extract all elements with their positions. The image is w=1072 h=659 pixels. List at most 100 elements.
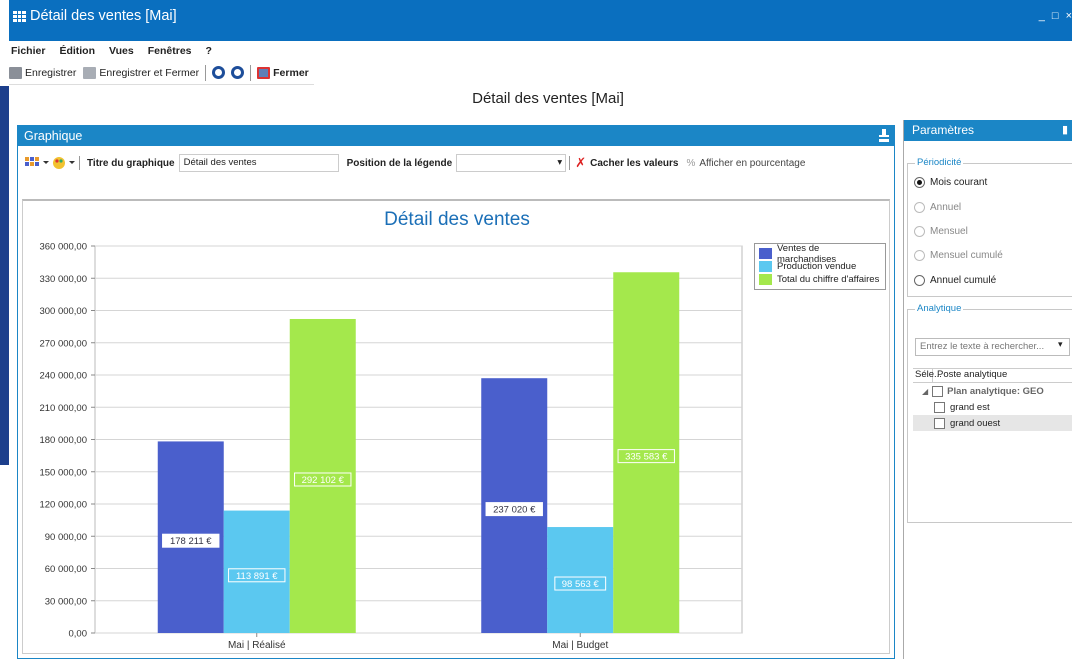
toolbar-separator [250, 64, 252, 81]
y-tick-label: 210 000,00 [39, 403, 87, 414]
window-controls: _ □ × [1039, 10, 1072, 22]
percent-icon: % [686, 157, 696, 169]
legend-label: Total du chiffre d'affaires [777, 274, 880, 285]
save-icon [9, 66, 22, 79]
y-tick-label: 240 000,00 [39, 371, 87, 382]
parameters-panel: Paramètres ▮ Périodicité Mois courant An… [903, 120, 1072, 659]
close-window-button[interactable]: × [1066, 10, 1072, 22]
save-close-icon [83, 66, 97, 79]
menu-fichier[interactable]: Fichier [10, 45, 46, 57]
radio-button[interactable] [914, 250, 925, 261]
hide-values-toggle[interactable]: Cacher les valeurs [590, 158, 678, 169]
legend-swatch [759, 261, 772, 272]
radio-button[interactable] [914, 275, 925, 286]
tree-root-row[interactable]: ◢ Plan analytique: GEO [913, 383, 1072, 399]
chart-type-icon[interactable] [24, 156, 50, 170]
radio-button[interactable] [914, 177, 925, 188]
legend-label: Production vendue [777, 261, 857, 272]
y-tick-label: 270 000,00 [39, 338, 87, 349]
legend-position-select[interactable]: ▾ [456, 154, 567, 172]
periodicity-group: Périodicité Mois courant Annuel Mensuel … [907, 157, 1072, 297]
parameters-header: Paramètres ▮ [904, 120, 1072, 141]
legend-item: Ventes de marchandises [759, 243, 881, 265]
app-grid-icon [13, 10, 26, 22]
graph-panel: Graphique Titre du graphique Détail des … [17, 125, 895, 659]
data-label: 178 211 € [170, 536, 212, 547]
expand-triangle-icon[interactable]: ◢ [922, 387, 928, 396]
parameters-title: Paramètres [912, 123, 975, 137]
tree-checkbox[interactable] [934, 401, 945, 413]
tree-item-row[interactable]: grand ouest [913, 415, 1072, 431]
check-icon: ✗ [575, 155, 587, 170]
menu-vues[interactable]: Vues [108, 45, 135, 57]
x-category-label: Mai | Budget [552, 640, 608, 651]
radio-button[interactable] [914, 202, 925, 213]
next-icon[interactable] [231, 66, 245, 79]
tree-item-label: grand ouest [950, 417, 1001, 429]
chart-title-input[interactable]: Détail des ventes [178, 154, 339, 172]
radio-label: Annuel [930, 202, 962, 213]
y-tick-label: 180 000,00 [39, 435, 87, 446]
radio-mois-courant[interactable]: Mois courant [914, 177, 987, 188]
legend-swatch [759, 274, 772, 285]
tree-root-label: Plan analytique: GEO [947, 385, 1044, 397]
y-tick-label: 330 000,00 [39, 274, 87, 285]
analytic-search-input[interactable]: Entrez le texte à rechercher... [915, 338, 1070, 356]
maximize-button[interactable]: □ [1052, 10, 1059, 22]
panel-pin-icon[interactable]: ▮ [1062, 120, 1068, 141]
chevron-down-icon[interactable]: ▾ [1058, 339, 1063, 350]
menu-help[interactable]: ? [205, 45, 213, 57]
window-title-bar: Détail des ventes [Mai] _ □ × [9, 0, 1072, 41]
x-category-label: Mai | Réalisé [228, 640, 286, 651]
grid-header-select[interactable]: Séle... [913, 369, 942, 382]
analytic-grid: Séle... Poste analytique ◢ Plan analytiq… [913, 368, 1072, 431]
window-title: Détail des ventes [Mai] [30, 8, 177, 24]
page-title: Détail des ventes [Mai] [472, 90, 624, 107]
analytic-group: Analytique Entrez le texte à rechercher.… [907, 303, 1072, 523]
pin-icon[interactable] [879, 129, 889, 142]
left-edge-strip [0, 86, 9, 465]
show-percent-toggle[interactable]: Afficher en pourcentage [699, 158, 805, 169]
close-doc-icon [257, 66, 271, 79]
radio-button[interactable] [914, 226, 925, 237]
close-button[interactable]: Fermer [273, 67, 309, 79]
save-close-button[interactable]: Enregistrer et Fermer [99, 67, 199, 79]
tree-checkbox[interactable] [932, 385, 944, 397]
minimize-button[interactable]: _ [1039, 10, 1045, 22]
tree-item-label: grand est [950, 401, 990, 413]
data-label: 335 583 € [625, 452, 668, 463]
chart-title-label: Titre du graphique [87, 157, 175, 169]
y-tick-label: 90 000,00 [45, 532, 87, 543]
data-label: 98 563 € [562, 579, 600, 590]
grid-header-poste[interactable]: Poste analytique [933, 369, 1007, 382]
radio-label: Mensuel cumulé [930, 250, 1003, 261]
save-button[interactable]: Enregistrer [25, 67, 76, 79]
menu-fenetres[interactable]: Fenêtres [147, 45, 193, 57]
legend-swatch [759, 248, 772, 259]
menu-edition[interactable]: Édition [58, 45, 96, 57]
radio-annuel-cumule[interactable]: Annuel cumulé [914, 275, 996, 286]
y-tick-label: 360 000,00 [39, 242, 87, 253]
data-label: 292 102 € [302, 475, 345, 486]
radio-annuel[interactable]: Annuel [914, 202, 961, 213]
radio-mensuel-cumule[interactable]: Mensuel cumulé [914, 250, 1003, 261]
toolbar-separator [79, 156, 80, 170]
graph-panel-header: Graphique [18, 126, 894, 146]
chart-legend: Ventes de marchandises Production vendue… [754, 243, 886, 290]
y-tick-label: 150 000,00 [39, 467, 87, 478]
y-tick-label: 30 000,00 [45, 596, 87, 607]
y-tick-label: 60 000,00 [45, 564, 87, 575]
data-label: 113 891 € [236, 571, 278, 582]
previous-icon[interactable] [212, 66, 226, 79]
analytic-label: Analytique [915, 303, 964, 314]
palette-icon[interactable] [52, 156, 76, 170]
radio-label: Annuel cumulé [930, 275, 997, 286]
y-tick-label: 300 000,00 [39, 306, 87, 317]
main-toolbar: Enregistrer Enregistrer et Fermer Fermer [9, 61, 314, 85]
radio-mensuel[interactable]: Mensuel [914, 226, 968, 237]
chart-toolbar: Titre du graphique Détail des ventes Pos… [24, 152, 814, 174]
tree-item-row[interactable]: grand est [913, 399, 1072, 415]
y-tick-label: 0,00 [69, 629, 88, 640]
legend-position-label: Position de la légende [346, 157, 453, 169]
tree-checkbox[interactable] [934, 417, 945, 429]
